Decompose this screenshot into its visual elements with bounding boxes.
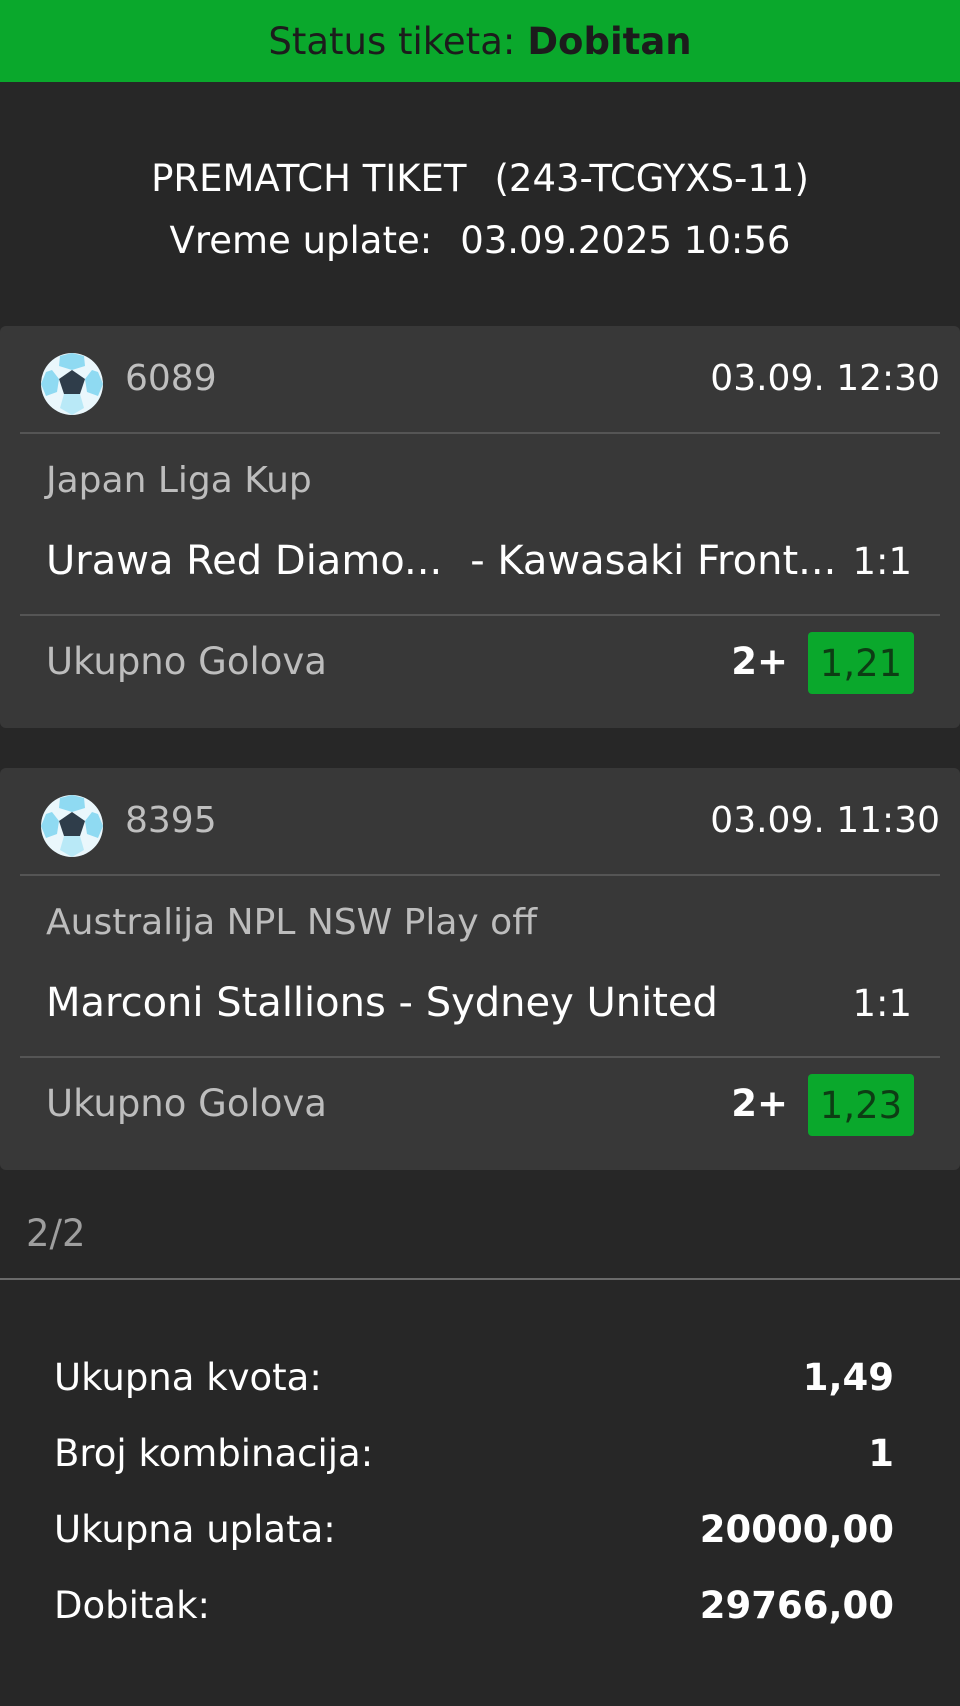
- pager-indicator: 2/2: [26, 1212, 86, 1255]
- summary-value: 29766,00: [699, 1584, 894, 1627]
- status-label: Status tiketa:: [268, 19, 516, 63]
- event-top-row: 8395 03.09. 11:30: [20, 788, 940, 864]
- match-score: 1:1: [852, 982, 912, 1025]
- soccer-ball-icon: [41, 353, 103, 415]
- ticket-header: PREMATCH TIKET (243-TCGYXS-11) Vreme upla…: [0, 148, 960, 272]
- event-code: 8395: [125, 800, 217, 841]
- summary-label: Broj kombinacija:: [54, 1432, 374, 1475]
- summary-label: Ukupna kvota:: [54, 1356, 322, 1399]
- summary-value: 20000,00: [699, 1508, 894, 1551]
- event-top-row: 6089 03.09. 12:30: [20, 346, 940, 422]
- status-bar: Status tiketa: Dobitan: [0, 0, 960, 82]
- ticket-type: PREMATCH TIKET: [151, 157, 467, 200]
- event-code: 6089: [125, 358, 217, 399]
- market-name: Ukupno Golova: [46, 1082, 327, 1125]
- league-name: Australija NPL NSW Play off: [46, 902, 537, 943]
- card-divider: [20, 874, 940, 876]
- ticket-time-value: 03.09.2025 10:56: [460, 219, 791, 262]
- league-name: Japan Liga Kup: [46, 460, 312, 501]
- odd-badge: 1,23: [808, 1074, 914, 1136]
- event-datetime: 03.09. 12:30: [710, 358, 940, 399]
- home-team: Marconi Stallions: [46, 980, 386, 1026]
- ticket-id: (243-TCGYXS-11): [494, 157, 809, 200]
- ticket-title-line: PREMATCH TIKET (243-TCGYXS-11): [0, 148, 960, 210]
- card-divider: [20, 614, 940, 616]
- event-card[interactable]: 6089 03.09. 12:30 Japan Liga Kup Urawa R…: [0, 326, 960, 728]
- soccer-ball-icon: [41, 795, 103, 857]
- market-name: Ukupno Golova: [46, 640, 327, 683]
- card-divider: [20, 1056, 940, 1058]
- event-datetime: 03.09. 11:30: [710, 800, 940, 841]
- odd-badge: 1,21: [808, 632, 914, 694]
- match-teams: Marconi Stallions - Sydney United: [46, 980, 718, 1026]
- summary-label: Dobitak:: [54, 1584, 210, 1627]
- status-value: Dobitan: [527, 19, 692, 63]
- ticket-time-label: Vreme uplate:: [169, 219, 433, 262]
- ticket-time-line: Vreme uplate: 03.09.2025 10:56: [0, 210, 960, 272]
- summary-label: Ukupna uplata:: [54, 1508, 336, 1551]
- match-teams: Urawa Red Diamo... - Kawasaki Front...: [46, 538, 836, 584]
- summary-value: 1: [868, 1432, 894, 1475]
- card-divider: [20, 432, 940, 434]
- summary-value: 1,49: [802, 1356, 894, 1399]
- event-card[interactable]: 8395 03.09. 11:30 Australija NPL NSW Pla…: [0, 768, 960, 1170]
- away-team: - Sydney United: [398, 980, 718, 1026]
- home-team: Urawa Red Diamo...: [46, 538, 443, 584]
- summary-divider: [0, 1278, 960, 1280]
- away-team: - Kawasaki Front...: [470, 538, 837, 584]
- pick-value: 2+: [731, 1082, 788, 1125]
- match-score: 1:1: [852, 540, 912, 583]
- pick-value: 2+: [731, 640, 788, 683]
